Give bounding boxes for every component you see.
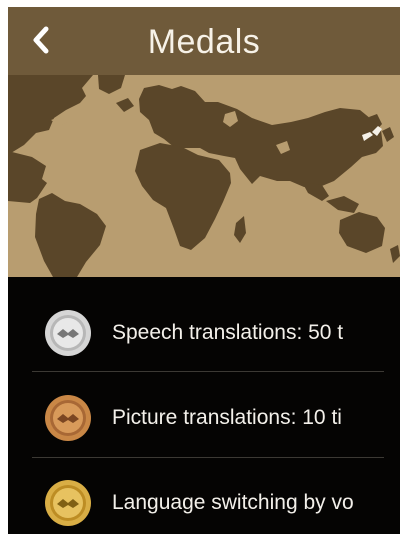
world-map-banner [8,75,400,277]
navigation-header: Medals [8,7,400,75]
world-map-image [8,75,400,277]
list-divider [32,371,384,372]
list-item-speech-translations-medal[interactable]: Speech translations: 50 t [8,288,400,374]
page-title: Medals [147,23,261,61]
silver-medal-icon [44,309,92,357]
medal-label-speech-translations: Speech translations: 50 t [112,321,344,344]
medal-label-picture-translations: Picture translations: 10 ti [112,406,342,429]
medal-label-language-switching: Language switching by vo [112,491,354,514]
gold-medal-icon [44,479,92,527]
list-item-language-switching-medal[interactable]: Language switching by vo [8,458,400,534]
list-item-picture-translations-medal[interactable]: Picture translations: 10 ti [8,373,400,459]
bronze-medal-icon [44,394,92,442]
app-screen: Medals Speech translations: 50 t Picture… [8,7,400,534]
medal-list: Speech translations: 50 t Picture transl… [8,277,400,534]
